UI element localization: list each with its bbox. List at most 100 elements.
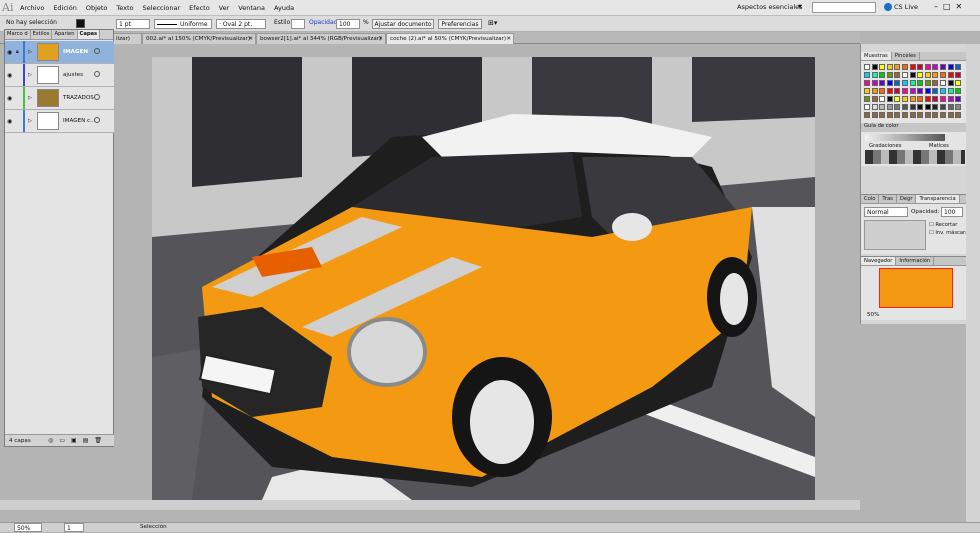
color-swatch[interactable] [894, 112, 901, 118]
layer-row[interactable]: ◉ ▷ ajustes [5, 64, 114, 87]
color-swatch[interactable] [909, 72, 916, 78]
artboard-field[interactable]: 1 [64, 523, 84, 532]
color-swatch[interactable] [864, 112, 870, 118]
color-swatch[interactable] [864, 80, 870, 86]
expand-icon[interactable]: ▷ [28, 72, 32, 78]
tab-navigator[interactable]: Navegador [861, 257, 897, 265]
color-swatch[interactable] [917, 104, 924, 110]
color-swatch[interactable] [871, 112, 878, 118]
color-swatch[interactable] [955, 64, 962, 70]
tab-artboards[interactable]: Marco d [5, 30, 31, 39]
tab-doc-1[interactable]: lizar) [112, 33, 142, 44]
eye-icon[interactable]: ◉ [7, 72, 12, 79]
layer-name[interactable]: IMAGEN [63, 49, 88, 55]
color-swatch[interactable] [932, 88, 939, 94]
color-swatch[interactable] [917, 112, 924, 118]
color-swatch[interactable] [879, 64, 886, 70]
color-swatch[interactable] [909, 80, 916, 86]
cs-live-button[interactable]: CS Live [884, 3, 918, 11]
mask-thumbnail[interactable] [864, 220, 926, 250]
doc-setup-button[interactable]: Ajustar documento [372, 19, 434, 29]
color-swatch[interactable] [955, 80, 962, 86]
menu-ver[interactable]: Ver [219, 4, 230, 12]
color-swatch[interactable] [864, 88, 870, 94]
color-swatch[interactable] [940, 112, 946, 118]
color-swatch[interactable] [940, 64, 946, 70]
color-swatch[interactable] [871, 64, 878, 70]
color-swatch[interactable] [947, 112, 954, 118]
layer-name[interactable]: ajustes [63, 72, 83, 78]
color-swatch[interactable] [924, 104, 931, 110]
color-swatch[interactable] [917, 72, 924, 78]
artboard[interactable] [152, 57, 815, 500]
color-swatch[interactable] [932, 72, 939, 78]
color-swatch[interactable] [879, 104, 886, 110]
menu-archivo[interactable]: Archivo [20, 4, 44, 12]
color-swatch[interactable] [955, 88, 962, 94]
color-swatch[interactable] [886, 72, 893, 78]
color-swatch[interactable] [940, 96, 946, 102]
color-swatch[interactable] [947, 96, 954, 102]
color-swatch[interactable] [886, 112, 893, 118]
vertical-scrollbar[interactable] [966, 44, 980, 524]
color-swatch[interactable] [909, 88, 916, 94]
color-swatch[interactable] [886, 88, 893, 94]
close-icon[interactable]: ✕ [506, 34, 511, 44]
menu-ventana[interactable]: Ventana [238, 4, 265, 12]
color-swatch[interactable] [871, 88, 878, 94]
invert-mask-checkbox[interactable]: ☐ Inv. máscara [929, 230, 968, 236]
opacity-field[interactable]: 100 [336, 19, 360, 29]
color-swatch[interactable] [894, 72, 901, 78]
color-swatch[interactable] [940, 88, 946, 94]
color-swatch[interactable] [955, 104, 962, 110]
color-swatch[interactable] [932, 80, 939, 86]
menu-edicion[interactable]: Edición [53, 4, 77, 12]
color-swatch[interactable] [932, 96, 939, 102]
color-swatch[interactable] [917, 96, 924, 102]
color-swatch[interactable] [894, 104, 901, 110]
color-guide-variations[interactable] [865, 150, 965, 164]
eye-icon[interactable]: ◉ [7, 95, 12, 102]
tab-transparency[interactable]: Transparencia [916, 195, 960, 203]
color-swatch[interactable] [886, 80, 893, 86]
color-swatch[interactable] [879, 112, 886, 118]
layer-name[interactable]: TRAZADOS [63, 95, 94, 101]
eye-icon[interactable]: ◉ [7, 118, 12, 125]
blend-mode-select[interactable]: Normal [864, 207, 908, 217]
color-swatch[interactable] [909, 112, 916, 118]
color-swatch[interactable] [864, 72, 870, 78]
menu-seleccionar[interactable]: Seleccionar [143, 4, 181, 12]
zoom-field[interactable]: 50% [14, 523, 42, 532]
clip-checkbox[interactable]: ☐ Recortar [929, 222, 957, 228]
color-swatch[interactable] [932, 64, 939, 70]
tab-info[interactable]: Información [896, 257, 935, 265]
color-swatch[interactable] [955, 96, 962, 102]
menu-ayuda[interactable]: Ayuda [274, 4, 294, 12]
color-swatch[interactable] [924, 64, 931, 70]
color-swatch[interactable] [886, 64, 893, 70]
swatch-grid[interactable] [864, 64, 964, 120]
target-icon[interactable] [94, 117, 100, 123]
color-guide-harmony-bar[interactable] [865, 134, 945, 141]
color-swatch[interactable] [902, 96, 908, 102]
close-icon[interactable]: ✕ [248, 34, 253, 44]
layer-row[interactable]: ◉ 🔒︎ ▷ IMAGEN [5, 41, 114, 64]
tab-doc-2[interactable]: 002.ai* al 150% (CMYK/Previsualizar) ✕ [142, 33, 256, 44]
color-swatch[interactable] [909, 104, 916, 110]
color-swatch[interactable] [902, 72, 908, 78]
color-swatch[interactable] [879, 96, 886, 102]
color-swatch[interactable] [924, 72, 931, 78]
color-swatch[interactable] [940, 72, 946, 78]
layer-row[interactable]: ◉ ▷ TRAZADOS [5, 87, 114, 110]
color-swatch[interactable] [902, 88, 908, 94]
color-swatch[interactable] [894, 96, 901, 102]
color-swatch[interactable] [894, 80, 901, 86]
color-swatch[interactable] [871, 80, 878, 86]
brush-select[interactable]: · Oval 2 pt. [216, 19, 266, 29]
eye-icon[interactable]: ◉ [7, 49, 12, 56]
color-swatch[interactable] [879, 72, 886, 78]
color-swatch[interactable] [879, 80, 886, 86]
color-swatch[interactable] [909, 96, 916, 102]
color-swatch[interactable] [917, 88, 924, 94]
target-icon[interactable] [94, 94, 100, 100]
